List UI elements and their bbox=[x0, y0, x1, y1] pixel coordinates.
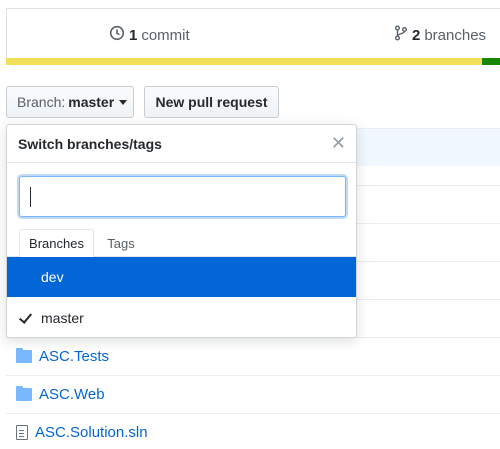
new-pull-request-button[interactable]: New pull request bbox=[144, 86, 279, 118]
check-icon bbox=[19, 311, 33, 325]
history-icon bbox=[109, 25, 125, 45]
branch-item-label: dev bbox=[41, 269, 64, 285]
file-name[interactable]: ASC.Web bbox=[39, 386, 105, 403]
branch-select-button[interactable]: Branch: master bbox=[6, 86, 134, 118]
commits-count: 1 bbox=[129, 26, 138, 44]
file-row[interactable]: ASC.Tests bbox=[6, 337, 500, 375]
commits-link[interactable]: 1 commit bbox=[109, 25, 190, 45]
tab-tags[interactable]: Tags bbox=[97, 229, 145, 258]
folder-icon bbox=[16, 386, 32, 401]
file-row[interactable]: ASC.Web bbox=[6, 375, 500, 413]
file-row[interactable]: ASC.Solution.sln bbox=[6, 413, 500, 449]
commits-label: commit bbox=[141, 26, 190, 44]
branches-label: branches bbox=[424, 26, 487, 44]
language-bar bbox=[6, 58, 500, 65]
language-segment-primary bbox=[6, 58, 482, 65]
file-name[interactable]: ASC.Solution.sln bbox=[35, 424, 148, 441]
git-branch-icon bbox=[394, 25, 408, 45]
branch-label: Branch: bbox=[17, 94, 66, 110]
file-icon bbox=[16, 425, 28, 440]
dropdown-tabs: Branches Tags bbox=[7, 229, 356, 258]
branch-item-dev[interactable]: dev bbox=[7, 257, 356, 297]
branch-item-master[interactable]: master bbox=[7, 298, 356, 338]
file-name[interactable]: ASC.Tests bbox=[39, 348, 109, 365]
close-icon[interactable]: ✕ bbox=[331, 134, 346, 152]
repo-stats-bar: 1 commit 2 branches bbox=[6, 8, 500, 58]
branch-filter-input[interactable] bbox=[20, 177, 345, 216]
branch-value: master bbox=[68, 94, 115, 110]
text-cursor bbox=[30, 187, 31, 207]
folder-icon bbox=[16, 348, 32, 363]
branches-count: 2 bbox=[412, 26, 421, 44]
branch-filter-field[interactable] bbox=[19, 176, 346, 217]
dropdown-title: Switch branches/tags bbox=[7, 125, 356, 163]
tab-branches[interactable]: Branches bbox=[19, 229, 94, 258]
language-segment-secondary bbox=[482, 58, 500, 65]
caret-down-icon bbox=[119, 99, 128, 105]
branch-switcher-dropdown: Switch branches/tags ✕ Branches Tags dev… bbox=[6, 124, 357, 338]
branch-item-label: master bbox=[41, 310, 84, 326]
branches-link[interactable]: 2 branches bbox=[394, 25, 486, 45]
